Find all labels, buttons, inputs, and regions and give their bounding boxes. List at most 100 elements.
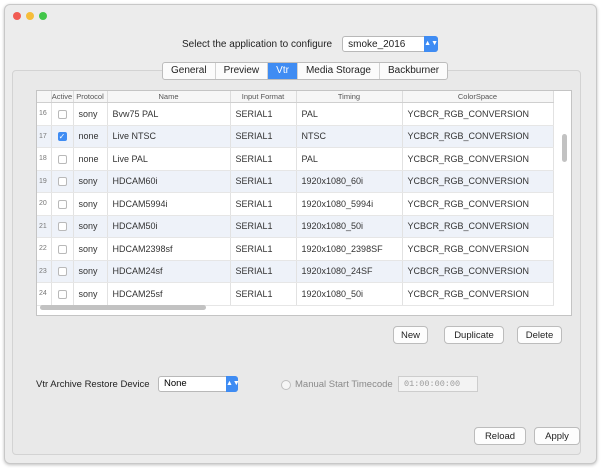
timing-cell[interactable]: 1920x1080_50i	[296, 282, 403, 306]
row-number: 18	[37, 147, 52, 171]
table-row[interactable]: 22 sony HDCAM2398sf SERIAL1 1920x1080_23…	[37, 237, 554, 261]
colorspace-cell[interactable]: YCBCR_RGB_CONVERSION	[402, 237, 554, 261]
colorspace-cell[interactable]: YCBCR_RGB_CONVERSION	[402, 170, 554, 193]
input-format-cell[interactable]: SERIAL1	[230, 192, 297, 216]
duplicate-button[interactable]: Duplicate	[444, 326, 504, 344]
column-header-timing[interactable]: Timing	[296, 91, 403, 103]
name-cell[interactable]: HDCAM60i	[107, 170, 231, 193]
protocol-cell[interactable]: sony	[73, 192, 108, 216]
name-cell[interactable]: HDCAM2398sf	[107, 237, 231, 261]
protocol-cell[interactable]: sony	[73, 237, 108, 261]
updown-arrows-icon: ▲▼	[226, 376, 240, 392]
timing-cell[interactable]: 1920x1080_2398SF	[296, 237, 403, 261]
table-row[interactable]: 19 sony HDCAM60i SERIAL1 1920x1080_60i Y…	[37, 170, 554, 193]
name-cell[interactable]: Live PAL	[107, 147, 231, 171]
active-checkbox[interactable]	[57, 154, 67, 164]
active-checkbox[interactable]	[57, 222, 67, 232]
vtr-archive-restore-select[interactable]: None ▲▼	[158, 376, 240, 392]
table-row[interactable]: 23 sony HDCAM24sf SERIAL1 1920x1080_24SF…	[37, 260, 554, 283]
colorspace-cell[interactable]: YCBCR_RGB_CONVERSION	[402, 125, 554, 148]
tab-general[interactable]: General	[163, 63, 216, 79]
timing-cell[interactable]: 1920x1080_24SF	[296, 260, 403, 283]
application-select[interactable]: smoke_2016 ▲▼	[342, 36, 439, 52]
protocol-cell[interactable]: sony	[73, 170, 108, 193]
name-cell[interactable]: Bvw75 PAL	[107, 102, 231, 126]
row-number: 21	[37, 215, 52, 238]
name-cell[interactable]: HDCAM5994i	[107, 192, 231, 216]
active-checkbox-cell	[51, 237, 74, 261]
tab-vtr[interactable]: Vtr	[268, 63, 298, 79]
row-number: 23	[37, 260, 52, 283]
table-row[interactable]: 17 ✓ none Live NTSC SERIAL1 NTSC YCBCR_R…	[37, 125, 554, 148]
column-header-input-format[interactable]: Input Format	[230, 91, 297, 103]
close-window-button[interactable]	[13, 12, 21, 20]
input-format-cell[interactable]: SERIAL1	[230, 147, 297, 171]
active-checkbox-cell	[51, 192, 74, 216]
name-cell[interactable]: HDCAM24sf	[107, 260, 231, 283]
column-header-active[interactable]: Active	[51, 91, 74, 103]
colorspace-cell[interactable]: YCBCR_RGB_CONVERSION	[402, 192, 554, 216]
manual-start-timecode-radio[interactable]	[281, 380, 291, 390]
timing-cell[interactable]: NTSC	[296, 125, 403, 148]
colorspace-cell[interactable]: YCBCR_RGB_CONVERSION	[402, 147, 554, 171]
delete-button[interactable]: Delete	[517, 326, 562, 344]
input-format-cell[interactable]: SERIAL1	[230, 102, 297, 126]
input-format-cell[interactable]: SERIAL1	[230, 237, 297, 261]
new-button[interactable]: New	[393, 326, 428, 344]
minimize-window-button[interactable]	[26, 12, 34, 20]
protocol-cell[interactable]: none	[73, 125, 108, 148]
input-format-cell[interactable]: SERIAL1	[230, 170, 297, 193]
protocol-cell[interactable]: none	[73, 147, 108, 171]
input-format-cell[interactable]: SERIAL1	[230, 260, 297, 283]
active-checkbox-checked[interactable]: ✓	[57, 132, 67, 142]
manual-start-timecode-field[interactable]: 01:00:00:00	[398, 376, 478, 392]
timing-cell[interactable]: PAL	[296, 102, 403, 126]
colorspace-cell[interactable]: YCBCR_RGB_CONVERSION	[402, 260, 554, 283]
name-cell[interactable]: Live NTSC	[107, 125, 231, 148]
table-row[interactable]: 20 sony HDCAM5994i SERIAL1 1920x1080_599…	[37, 192, 554, 216]
name-cell[interactable]: HDCAM25sf	[107, 282, 231, 306]
column-header-protocol[interactable]: Protocol	[73, 91, 108, 103]
timing-cell[interactable]: PAL	[296, 147, 403, 171]
active-checkbox[interactable]	[57, 244, 67, 254]
table-row[interactable]: 24 sony HDCAM25sf SERIAL1 1920x1080_50i …	[37, 282, 554, 306]
timing-cell[interactable]: 1920x1080_60i	[296, 170, 403, 193]
active-checkbox[interactable]	[57, 289, 67, 299]
application-selector-row: Select the application to configure smok…	[182, 34, 439, 54]
tab-backburner[interactable]: Backburner	[380, 63, 447, 79]
tab-bar: General Preview Vtr Media Storage Backbu…	[162, 62, 449, 80]
table-row[interactable]: 18 none Live PAL SERIAL1 PAL YCBCR_RGB_C…	[37, 147, 554, 171]
active-checkbox-cell	[51, 215, 74, 238]
horizontal-scrollbar[interactable]	[40, 305, 206, 310]
row-number: 16	[37, 102, 52, 126]
tab-preview[interactable]: Preview	[216, 63, 269, 79]
active-checkbox-cell: ✓	[51, 125, 74, 148]
input-format-cell[interactable]: SERIAL1	[230, 215, 297, 238]
active-checkbox[interactable]	[57, 199, 67, 209]
name-cell[interactable]: HDCAM50i	[107, 215, 231, 238]
protocol-cell[interactable]: sony	[73, 260, 108, 283]
colorspace-cell[interactable]: YCBCR_RGB_CONVERSION	[402, 102, 554, 126]
input-format-cell[interactable]: SERIAL1	[230, 282, 297, 306]
input-format-cell[interactable]: SERIAL1	[230, 125, 297, 148]
tab-media-storage[interactable]: Media Storage	[298, 63, 380, 79]
timing-cell[interactable]: 1920x1080_50i	[296, 215, 403, 238]
active-checkbox[interactable]	[57, 267, 67, 277]
column-header-colorspace[interactable]: ColorSpace	[402, 91, 554, 103]
protocol-cell[interactable]: sony	[73, 102, 108, 126]
reload-button[interactable]: Reload	[474, 427, 526, 445]
active-checkbox[interactable]	[57, 177, 67, 187]
table-row[interactable]: 21 sony HDCAM50i SERIAL1 1920x1080_50i Y…	[37, 215, 554, 238]
colorspace-cell[interactable]: YCBCR_RGB_CONVERSION	[402, 282, 554, 306]
apply-button[interactable]: Apply	[534, 427, 580, 445]
timing-cell[interactable]: 1920x1080_5994i	[296, 192, 403, 216]
protocol-cell[interactable]: sony	[73, 215, 108, 238]
colorspace-cell[interactable]: YCBCR_RGB_CONVERSION	[402, 215, 554, 238]
protocol-cell[interactable]: sony	[73, 282, 108, 306]
active-checkbox-cell	[51, 102, 74, 126]
vertical-scrollbar[interactable]	[562, 134, 567, 162]
zoom-window-button[interactable]	[39, 12, 47, 20]
table-row[interactable]: 16 sony Bvw75 PAL SERIAL1 PAL YCBCR_RGB_…	[37, 102, 554, 126]
column-header-name[interactable]: Name	[107, 91, 231, 103]
active-checkbox[interactable]	[57, 109, 67, 119]
